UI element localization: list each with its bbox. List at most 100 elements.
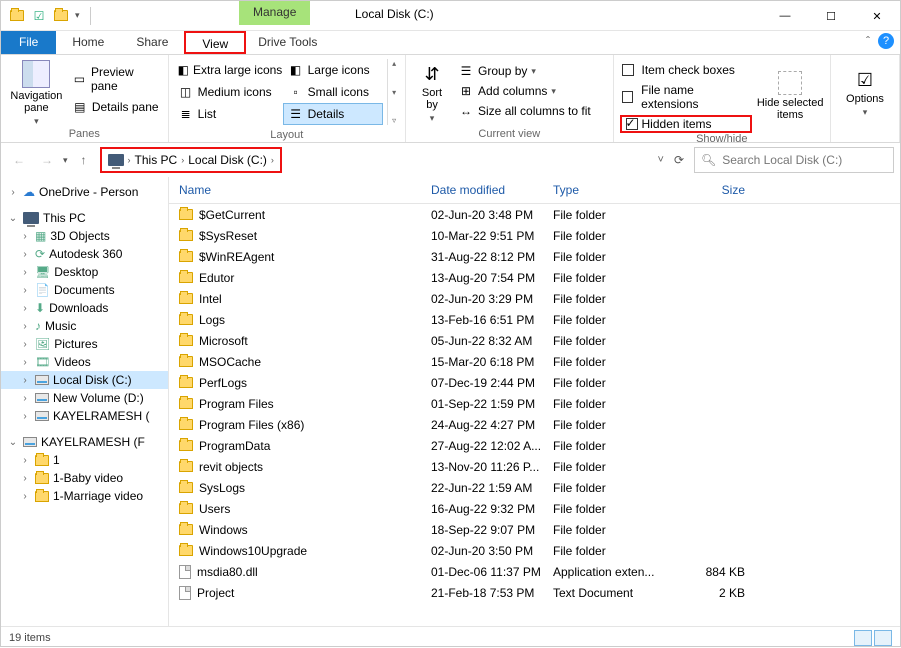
table-row[interactable]: MSOCache15-Mar-20 6:18 PMFile folder bbox=[169, 351, 900, 372]
col-size[interactable]: Size bbox=[665, 183, 745, 197]
size-all-columns-button[interactable]: ↔Size all columns to fit bbox=[456, 101, 593, 121]
navigation-tree[interactable]: ›☁OneDrive - Person ⌄This PC ›▦3D Object… bbox=[1, 177, 169, 626]
help-icon[interactable]: ? bbox=[878, 33, 894, 49]
tree-item[interactable]: ›1-Baby video bbox=[1, 469, 168, 487]
table-row[interactable]: revit objects13-Nov-20 11:26 P...File fo… bbox=[169, 456, 900, 477]
address-dropdown-icon[interactable]: ˅ bbox=[658, 154, 664, 166]
tree-item[interactable]: ›Local Disk (C:) bbox=[1, 371, 168, 389]
folder-icon bbox=[179, 419, 193, 430]
tree-item[interactable]: ›KAYELRAMESH ( bbox=[1, 407, 168, 425]
qat-checkbox[interactable]: ☑ bbox=[31, 8, 47, 24]
tab-drive-tools[interactable]: Drive Tools bbox=[246, 31, 329, 54]
options-button[interactable]: ☑ Options ▾ bbox=[837, 59, 893, 128]
tree-item[interactable]: ›New Volume (D:) bbox=[1, 389, 168, 407]
tree-item[interactable]: ›📄Documents bbox=[1, 281, 168, 299]
table-row[interactable]: $SysReset10-Mar-22 9:51 PMFile folder bbox=[169, 225, 900, 246]
tab-share[interactable]: Share bbox=[120, 31, 184, 54]
breadcrumb[interactable]: › This PC› Local Disk (C:)› bbox=[100, 147, 282, 173]
crumb-this-pc[interactable]: This PC› bbox=[135, 153, 185, 167]
table-row[interactable]: SysLogs22-Jun-22 1:59 AMFile folder bbox=[169, 477, 900, 498]
tree-item[interactable]: ›⟳Autodesk 360 bbox=[1, 245, 168, 263]
table-row[interactable]: Windows10Upgrade02-Jun-20 3:50 PMFile fo… bbox=[169, 540, 900, 561]
column-headers[interactable]: Name Date modified Type Size bbox=[169, 177, 900, 204]
tree-onedrive[interactable]: OneDrive - Person bbox=[39, 185, 138, 199]
tree-item[interactable]: ›♪Music bbox=[1, 317, 168, 335]
tab-home[interactable]: Home bbox=[56, 31, 120, 54]
table-row[interactable]: Program Files (x86)24-Aug-22 4:27 PMFile… bbox=[169, 414, 900, 435]
file-list[interactable]: Name Date modified Type Size $GetCurrent… bbox=[169, 177, 900, 626]
folder-icon bbox=[179, 335, 193, 346]
hidden-items-toggle[interactable]: Hidden items bbox=[620, 115, 753, 133]
hide-selected-button[interactable]: Hide selected items bbox=[756, 59, 824, 133]
table-row[interactable]: msdia80.dll01-Dec-06 11:37 PMApplication… bbox=[169, 561, 900, 582]
table-row[interactable]: Program Files01-Sep-22 1:59 PMFile folde… bbox=[169, 393, 900, 414]
col-name[interactable]: Name bbox=[179, 183, 431, 197]
tree-item[interactable]: ›🖼Pictures bbox=[1, 335, 168, 353]
table-row[interactable]: Intel02-Jun-20 3:29 PMFile folder bbox=[169, 288, 900, 309]
layout-medium[interactable]: ◫Medium icons bbox=[173, 81, 283, 103]
sort-by-button[interactable]: ⇵ Sort by ▾ bbox=[412, 59, 452, 128]
tree-item[interactable]: ›⬇Downloads bbox=[1, 299, 168, 317]
up-button[interactable]: ↑ bbox=[72, 148, 96, 172]
file-icon bbox=[179, 586, 191, 600]
minimize-button[interactable]: — bbox=[762, 1, 808, 31]
col-type[interactable]: Type bbox=[553, 183, 665, 197]
layout-small[interactable]: ▫Small icons bbox=[283, 81, 383, 103]
collapse-ribbon-icon[interactable]: ˆ bbox=[866, 34, 870, 48]
tree-removable[interactable]: KAYELRAMESH (F bbox=[41, 435, 145, 449]
forward-button[interactable]: → bbox=[35, 148, 59, 172]
tab-view[interactable]: View bbox=[184, 31, 246, 54]
folder-icon: 🖥 bbox=[35, 265, 50, 279]
table-row[interactable]: Edutor13-Aug-20 7:54 PMFile folder bbox=[169, 267, 900, 288]
view-details-icon[interactable] bbox=[854, 630, 872, 646]
table-row[interactable]: PerfLogs07-Dec-19 2:44 PMFile folder bbox=[169, 372, 900, 393]
layout-list[interactable]: ≣List bbox=[173, 103, 283, 125]
folder-icon bbox=[179, 440, 193, 451]
back-button[interactable]: ← bbox=[7, 148, 31, 172]
details-pane-button[interactable]: ▤Details pane bbox=[70, 97, 162, 117]
table-row[interactable]: Project21-Feb-18 7:53 PMText Document2 K… bbox=[169, 582, 900, 603]
add-columns-button[interactable]: ⊞Add columns▾ bbox=[456, 81, 593, 101]
folder-icon: ♪ bbox=[35, 319, 41, 333]
preview-pane-button[interactable]: ▭Preview pane bbox=[70, 63, 162, 95]
table-row[interactable]: Windows18-Sep-22 9:07 PMFile folder bbox=[169, 519, 900, 540]
table-row[interactable]: ProgramData27-Aug-22 12:02 A...File fold… bbox=[169, 435, 900, 456]
group-by-button[interactable]: ☰Group by▾ bbox=[456, 61, 593, 81]
table-row[interactable]: $GetCurrent02-Jun-20 3:48 PMFile folder bbox=[169, 204, 900, 225]
tree-item[interactable]: ›1 bbox=[1, 451, 168, 469]
navigation-pane-button[interactable]: Navigation pane ▾ bbox=[7, 59, 66, 128]
layout-details[interactable]: ☰Details bbox=[283, 103, 383, 125]
history-dropdown-icon[interactable]: ▾ bbox=[63, 155, 68, 166]
layout-large[interactable]: ◧Large icons bbox=[283, 59, 383, 81]
folder-icon: 🎞 bbox=[35, 355, 50, 369]
table-row[interactable]: Users16-Aug-22 9:32 PMFile folder bbox=[169, 498, 900, 519]
tree-item[interactable]: ›🎞Videos bbox=[1, 353, 168, 371]
table-row[interactable]: Microsoft05-Jun-22 8:32 AMFile folder bbox=[169, 330, 900, 351]
ribbon-tabs: File Home Share View Drive Tools ˆ ? bbox=[1, 31, 900, 55]
folder-icon bbox=[179, 461, 193, 472]
file-icon bbox=[179, 565, 191, 579]
folder-icon bbox=[179, 398, 193, 409]
tree-item[interactable]: ›1-Marriage video bbox=[1, 487, 168, 505]
file-extensions-toggle[interactable]: File name extensions bbox=[620, 81, 753, 113]
tab-file[interactable]: File bbox=[1, 31, 56, 54]
search-input[interactable]: 🔍︎ Search Local Disk (C:) bbox=[694, 147, 894, 173]
tree-item[interactable]: ›🖥Desktop bbox=[1, 263, 168, 281]
table-row[interactable]: $WinREAgent31-Aug-22 8:12 PMFile folder bbox=[169, 246, 900, 267]
layout-extra-large[interactable]: ◧Extra large icons bbox=[173, 59, 283, 81]
close-button[interactable]: ✕ bbox=[854, 1, 900, 31]
view-thumbnails-icon[interactable] bbox=[874, 630, 892, 646]
contextual-tab-manage[interactable]: Manage bbox=[239, 1, 310, 25]
tree-item[interactable]: ›▦3D Objects bbox=[1, 227, 168, 245]
layout-gallery[interactable]: ◧Extra large icons ◧Large icons ◫Medium … bbox=[173, 59, 383, 125]
layout-scroll[interactable]: ▴▾▿ bbox=[387, 59, 401, 125]
col-date[interactable]: Date modified bbox=[431, 183, 553, 197]
qat-folder-icon[interactable] bbox=[53, 8, 69, 24]
crumb-local-disk[interactable]: Local Disk (C:)› bbox=[188, 153, 274, 167]
refresh-button[interactable]: ⟳ bbox=[674, 153, 684, 167]
qat-more-icon[interactable]: ▾ bbox=[75, 10, 80, 21]
item-checkboxes-toggle[interactable]: Item check boxes bbox=[620, 61, 753, 79]
tree-this-pc[interactable]: This PC bbox=[43, 211, 86, 225]
maximize-button[interactable]: ☐ bbox=[808, 1, 854, 31]
table-row[interactable]: Logs13-Feb-16 6:51 PMFile folder bbox=[169, 309, 900, 330]
